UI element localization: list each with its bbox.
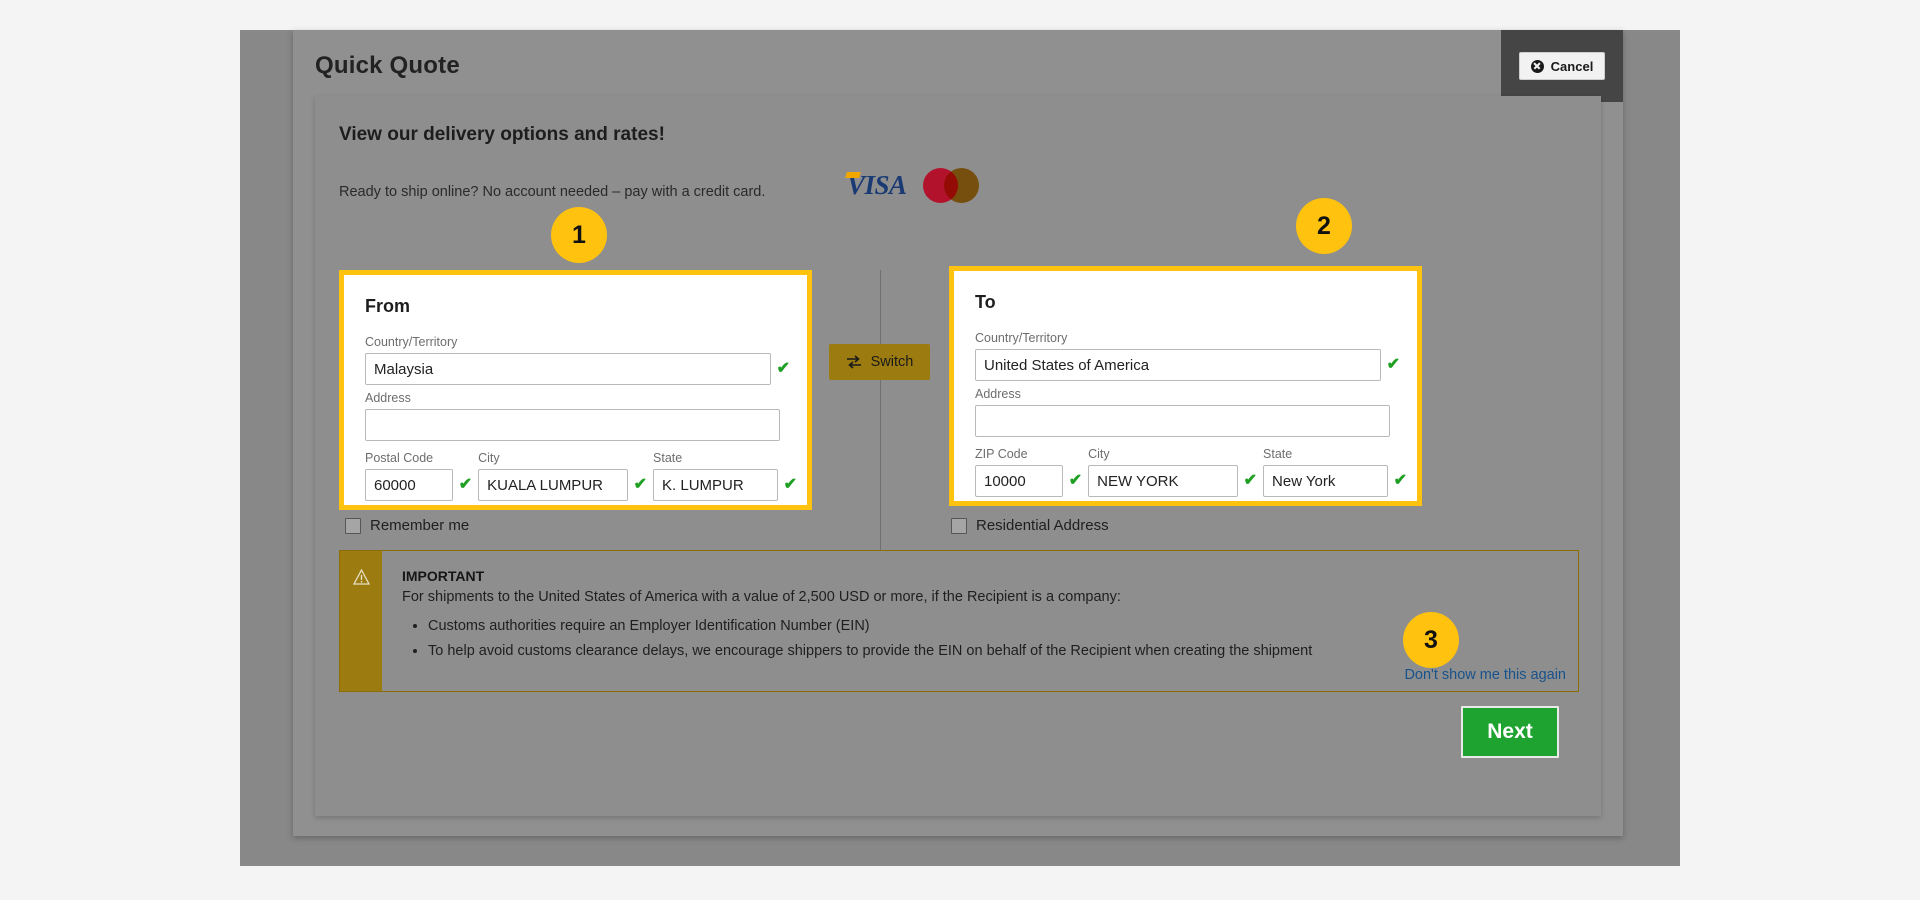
from-address-label: Address — [365, 391, 411, 405]
switch-button[interactable]: Switch — [829, 344, 930, 380]
to-zip-label: ZIP Code — [975, 447, 1028, 461]
residential-address-row[interactable]: Residential Address — [951, 517, 1109, 534]
to-address-input[interactable] — [975, 405, 1390, 437]
from-postal-valid-icon: ✔ — [458, 476, 473, 493]
to-card-title: To — [975, 292, 996, 312]
cancel-button[interactable]: Cancel — [1518, 52, 1606, 80]
mastercard-icon — [922, 168, 979, 203]
to-zip-group: ZIP Code — [975, 447, 1063, 497]
switch-button-label: Switch — [870, 354, 914, 370]
page-root: Quick Quote Cancel View our delivery opt… — [0, 0, 1920, 900]
important-notice: IMPORTANT For shipments to the United St… — [339, 550, 1579, 692]
next-button[interactable]: Next — [1461, 706, 1559, 758]
quick-quote-modal: Quick Quote Cancel View our delivery opt… — [293, 30, 1623, 836]
vertical-divider — [880, 270, 881, 580]
to-state-group: State — [1263, 447, 1388, 497]
from-address-input[interactable] — [365, 409, 780, 441]
remember-me-row[interactable]: Remember me — [345, 517, 469, 534]
to-country-label: Country/Territory — [975, 331, 1068, 345]
from-card-title: From — [365, 296, 410, 316]
to-state-valid-icon: ✔ — [1393, 472, 1407, 489]
swap-arrows-icon — [846, 355, 861, 369]
from-country-input[interactable] — [365, 353, 771, 385]
from-postal-label: Postal Code — [365, 451, 434, 465]
to-zip-input[interactable] — [975, 465, 1063, 497]
modal-body: View our delivery options and rates! Rea… — [315, 96, 1601, 816]
from-address-group: Address — [365, 391, 780, 441]
to-zip-valid-icon: ✔ — [1068, 472, 1083, 489]
step-badge-3: 3 — [1403, 612, 1459, 668]
to-country-group: Country/Territory ✔ — [975, 331, 1400, 381]
from-locality-group: Postal Code ✔ City ✔ State ✔ — [365, 451, 797, 501]
warning-icon — [352, 569, 370, 585]
from-city-valid-icon: ✔ — [633, 476, 648, 493]
notice-accent-bar — [340, 551, 382, 691]
notice-bullet-list: Customs authorities require an Employer … — [402, 614, 1560, 664]
from-city-input[interactable] — [478, 469, 628, 501]
from-city-group: City — [478, 451, 628, 501]
to-city-group: City — [1088, 447, 1238, 497]
promo-heading: View our delivery options and rates! — [339, 124, 665, 145]
to-locality-group: ZIP Code ✔ City ✔ State ✔ — [975, 447, 1407, 497]
to-address-label: Address — [975, 387, 1021, 401]
to-address-group: Address — [975, 387, 1390, 437]
from-postal-input[interactable] — [365, 469, 453, 501]
step-badge-2: 2 — [1296, 198, 1352, 254]
from-postal-group: Postal Code — [365, 451, 453, 501]
from-state-label: State — [653, 451, 683, 465]
to-address-card: To Country/Territory ✔ Address — [949, 266, 1422, 506]
close-icon — [1530, 59, 1544, 73]
promo-subtext: Ready to ship online? No account needed … — [339, 184, 766, 200]
notice-title: IMPORTANT — [402, 568, 485, 584]
step-badge-1: 1 — [551, 207, 607, 263]
switch-zone: Switch — [821, 270, 941, 580]
payment-logos: VISA — [847, 168, 979, 203]
from-country-valid-icon: ✔ — [776, 360, 790, 377]
residential-address-label: Residential Address — [976, 517, 1109, 534]
remember-me-label: Remember me — [370, 517, 470, 534]
to-state-label: State — [1263, 447, 1293, 461]
to-state-input[interactable] — [1263, 465, 1388, 497]
list-item: Customs authorities require an Employer … — [428, 614, 1560, 639]
list-item: To help avoid customs clearance delays, … — [428, 639, 1560, 664]
from-state-group: State — [653, 451, 778, 501]
notice-lead-text: For shipments to the United States of Am… — [402, 589, 1121, 605]
from-city-label: City — [478, 451, 500, 465]
to-country-valid-icon: ✔ — [1386, 356, 1400, 373]
residential-address-checkbox[interactable] — [951, 517, 967, 534]
to-city-valid-icon: ✔ — [1243, 472, 1258, 489]
to-city-label: City — [1088, 447, 1110, 461]
from-state-input[interactable] — [653, 469, 778, 501]
visa-icon: VISA — [847, 170, 907, 200]
from-country-label: Country/Territory — [365, 335, 458, 349]
cancel-button-container: Cancel — [1501, 30, 1623, 102]
page-title: Quick Quote — [315, 52, 460, 79]
from-state-valid-icon: ✔ — [783, 476, 797, 493]
cancel-button-label: Cancel — [1550, 58, 1594, 74]
from-country-group: Country/Territory ✔ — [365, 335, 790, 385]
dont-show-again-link[interactable]: Don't show me this again — [1404, 667, 1566, 683]
modal-header: Quick Quote Cancel — [293, 30, 1623, 102]
notice-body: IMPORTANT For shipments to the United St… — [382, 551, 1578, 691]
from-address-card: From Country/Territory ✔ Address — [339, 270, 812, 510]
to-city-input[interactable] — [1088, 465, 1238, 497]
to-country-input[interactable] — [975, 349, 1381, 381]
remember-me-checkbox[interactable] — [345, 517, 361, 534]
